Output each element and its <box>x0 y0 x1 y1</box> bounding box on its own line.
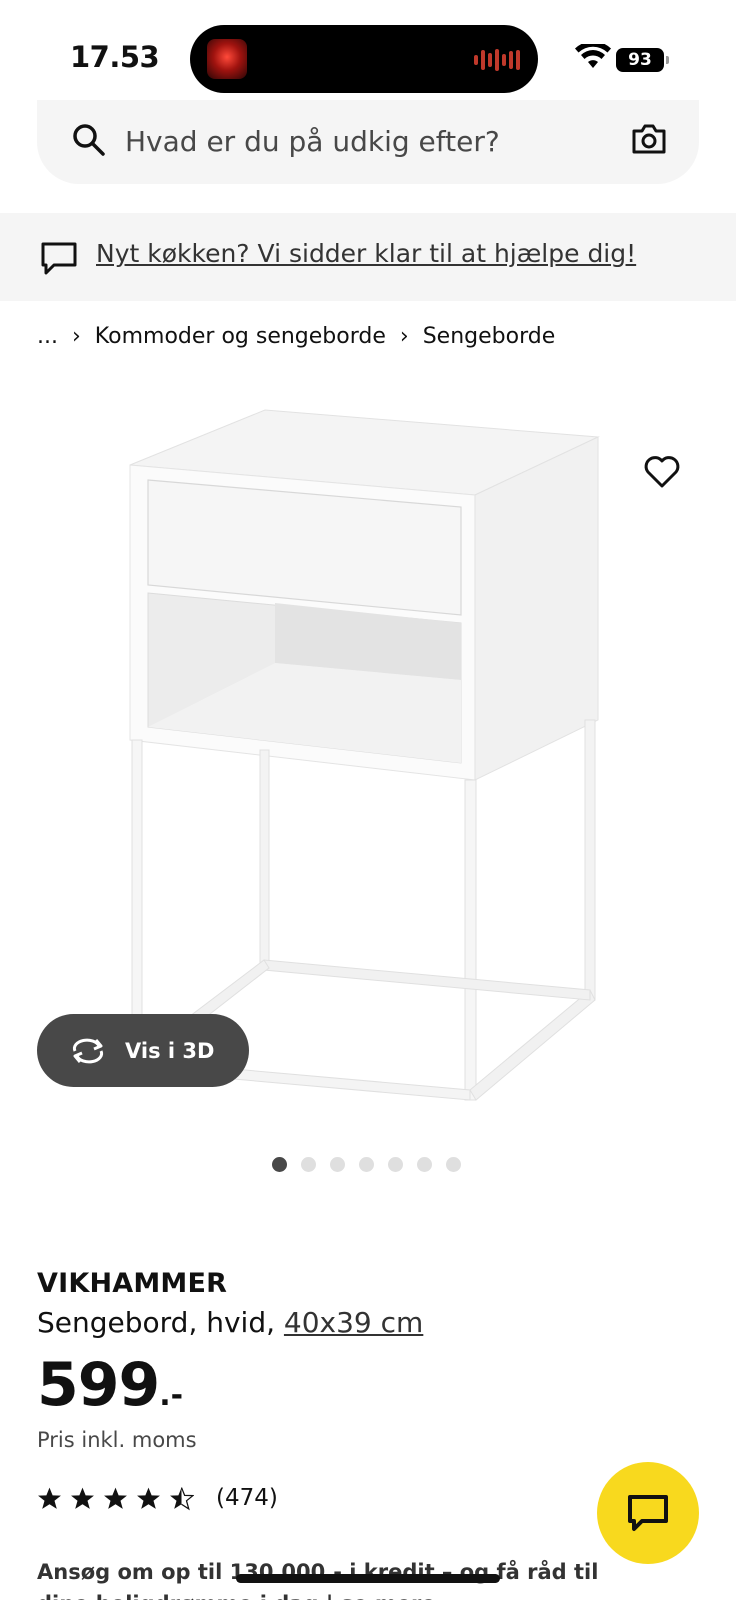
chevron-right-icon: › <box>71 324 81 349</box>
pagination-dot-active[interactable] <box>272 1157 287 1172</box>
breadcrumb-item-nightstands[interactable]: Sengeborde <box>423 324 556 349</box>
view-in-3d-button[interactable]: Vis i 3D <box>37 1014 249 1087</box>
price-vat-note: Pris inkl. moms <box>37 1428 197 1452</box>
status-time: 17.53 <box>70 40 160 74</box>
view-in-3d-label: Vis i 3D <box>125 1038 215 1063</box>
product-type-text: Sengebord, hvid, <box>37 1306 284 1339</box>
product-rating[interactable]: (474) <box>37 1485 278 1511</box>
price-suffix: .- <box>159 1378 184 1413</box>
dynamic-island[interactable] <box>190 25 538 93</box>
pagination-dot[interactable] <box>446 1157 461 1172</box>
product-size-link[interactable]: 40x39 cm <box>284 1306 423 1339</box>
star-filled-icon <box>104 1487 127 1509</box>
search-bar[interactable] <box>37 100 699 184</box>
pagination-dot[interactable] <box>330 1157 345 1172</box>
kitchen-help-banner[interactable]: Nyt køkken? Vi sidder klar til at hjælpe… <box>0 213 736 301</box>
pagination-dot[interactable] <box>359 1157 374 1172</box>
rating-stars <box>37 1486 194 1511</box>
price-value: 599 <box>37 1350 160 1420</box>
star-half-icon <box>170 1486 194 1510</box>
product-description: Sengebord, hvid, 40x39 cm <box>37 1306 423 1339</box>
star-filled-icon <box>71 1487 94 1509</box>
search-icon <box>73 124 105 156</box>
rotate-3d-icon <box>72 1038 104 1063</box>
pagination-dot[interactable] <box>417 1157 432 1172</box>
star-filled-icon <box>137 1487 160 1509</box>
image-pagination <box>272 1157 461 1172</box>
chat-button[interactable] <box>597 1462 699 1564</box>
heart-icon[interactable] <box>642 452 682 492</box>
rating-count: (474) <box>216 1485 278 1511</box>
speech-bubble-icon <box>41 242 77 275</box>
audio-waveform-icon <box>474 49 520 71</box>
status-bar: 17.53 93 <box>0 0 736 112</box>
star-filled-icon <box>38 1487 61 1509</box>
chat-icon <box>628 1495 668 1531</box>
search-input[interactable] <box>125 120 605 162</box>
breadcrumb: ... › Kommoder og sengeborde › Sengebord… <box>37 324 555 349</box>
chevron-right-icon: › <box>399 324 409 349</box>
kitchen-help-link[interactable]: Nyt køkken? Vi sidder klar til at hjælpe… <box>96 239 636 268</box>
camera-icon[interactable] <box>631 122 667 156</box>
home-indicator[interactable] <box>236 1574 500 1583</box>
now-playing-artwork <box>207 39 247 79</box>
pagination-dot[interactable] <box>388 1157 403 1172</box>
battery-indicator: 93 <box>616 48 669 72</box>
pagination-dot[interactable] <box>301 1157 316 1172</box>
product-price: 599.- <box>37 1350 183 1420</box>
wifi-icon <box>575 44 611 68</box>
breadcrumb-ellipsis[interactable]: ... <box>37 324 58 349</box>
product-name: VIKHAMMER <box>37 1268 228 1299</box>
breadcrumb-item-dressers[interactable]: Kommoder og sengeborde <box>95 324 386 349</box>
